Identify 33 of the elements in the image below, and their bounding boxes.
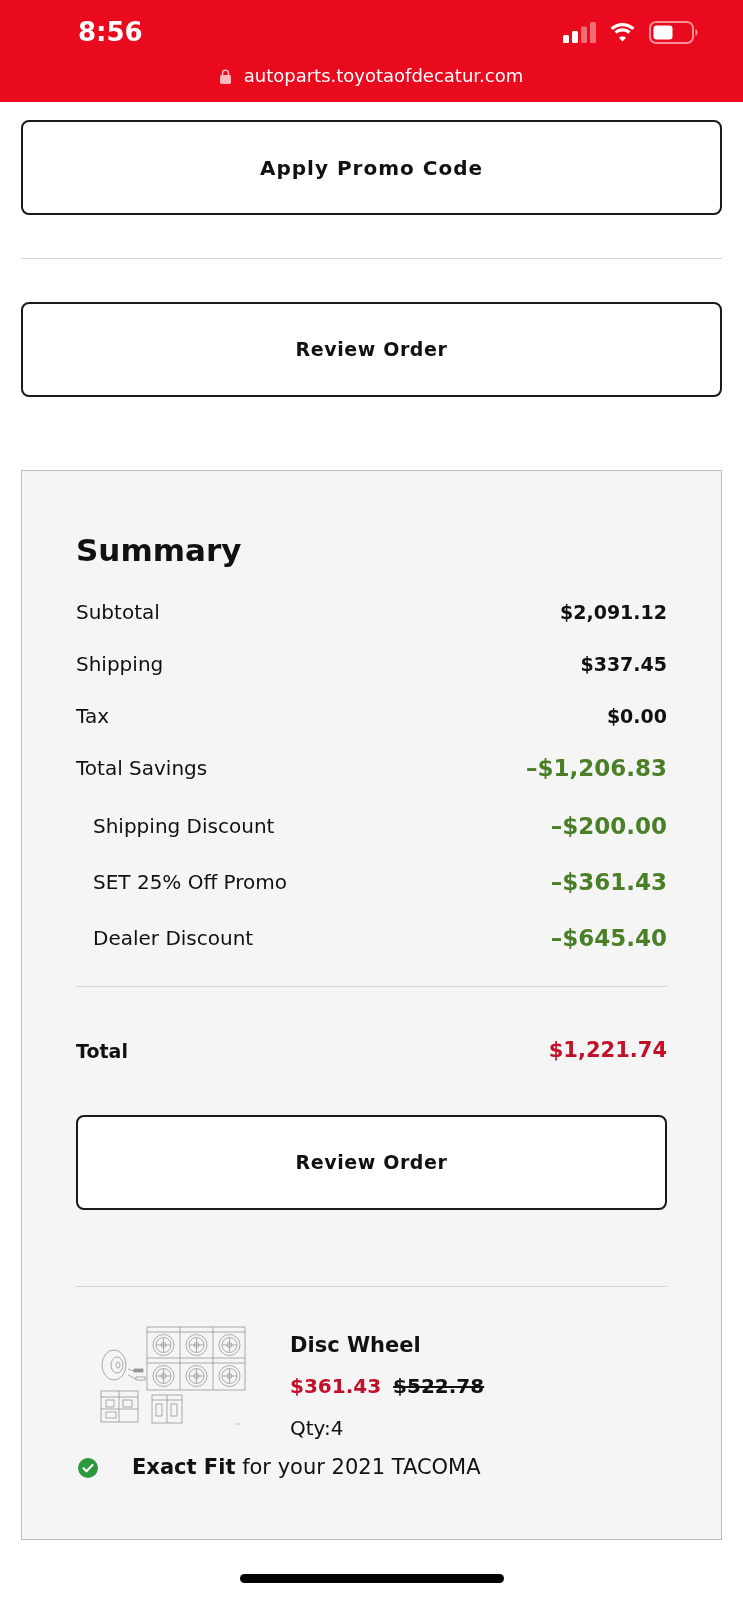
summary-label: Shipping	[76, 651, 164, 678]
total-value: $1,221.74	[548, 1037, 667, 1065]
check-icon	[78, 1458, 98, 1478]
summary-value: $337.45	[580, 651, 667, 677]
review-order-button[interactable]: Review Order	[76, 1115, 667, 1210]
home-indicator[interactable]	[239, 1574, 504, 1583]
discount-value: –$645.40	[550, 923, 667, 953]
quantity-text: Qty:4	[290, 1415, 345, 1442]
summary-label: Tax	[76, 703, 109, 730]
address-url[interactable]: autoparts.toyotaofdecatur.com	[243, 65, 524, 87]
status-time: 8:56	[78, 17, 143, 47]
summary-title: Summary	[76, 531, 243, 570]
apply-promo-button[interactable]: Apply Promo Code	[21, 120, 722, 215]
wifi-icon	[609, 22, 636, 42]
battery-icon	[649, 20, 698, 44]
review-order-button[interactable]: Review Order	[21, 302, 722, 397]
summary-label: Subtotal	[76, 599, 160, 626]
sale-price: $361.43	[290, 1373, 382, 1400]
original-price: $522.78	[393, 1373, 485, 1400]
lock-icon	[219, 68, 231, 84]
signal-icon	[563, 21, 596, 43]
summary-value: $0.00	[606, 703, 667, 729]
discount-label: SET 25% Off Promo	[93, 869, 288, 896]
summary-label: Total Savings	[76, 755, 208, 782]
summary-value: $2,091.12	[560, 599, 667, 625]
discount-value: –$200.00	[550, 811, 667, 841]
discount-label: Dealer Discount	[93, 925, 254, 952]
discount-label: Shipping Discount	[93, 813, 275, 840]
discount-value: –$361.43	[550, 867, 667, 897]
summary-value: –$1,206.83	[526, 753, 667, 783]
total-label: Total	[76, 1038, 128, 1064]
fitment-text: Exact Fit for your 2021 TACOMA	[132, 1454, 481, 1482]
product-name: Disc Wheel	[290, 1332, 422, 1359]
